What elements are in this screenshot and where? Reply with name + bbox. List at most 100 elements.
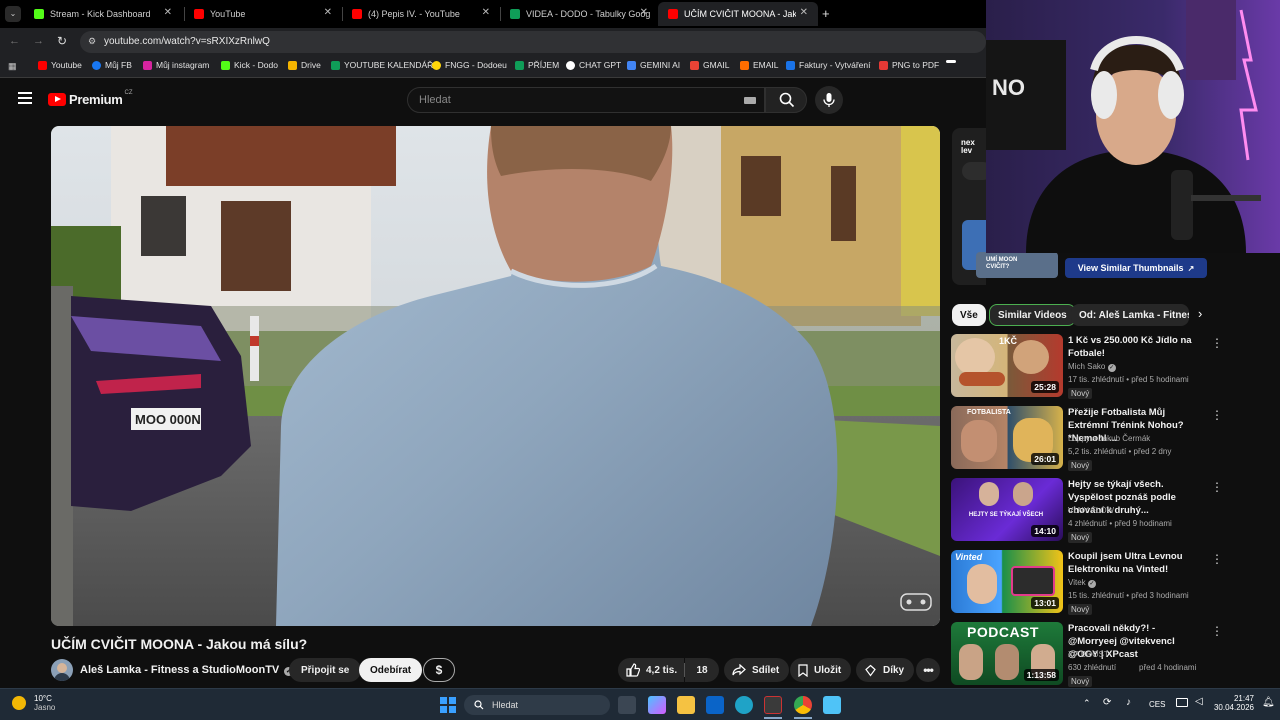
bookmark-item[interactable]: Můj instagram [143,60,209,70]
list-item[interactable]: Vinted 13:01 Koupil jsem Ultra Levnou El… [951,550,1223,616]
tab-kick-dashboard[interactable]: Stream - Kick Dashboard ✕ [24,2,182,26]
tab-sheets[interactable]: VIDEA - DODO - Tabulky Googl ✕ [500,2,658,26]
notification-bell-icon[interactable]: 🔔︎ [1262,697,1275,708]
chip-all[interactable]: Vše [952,304,986,326]
start-button[interactable] [440,697,456,713]
keyboard-icon[interactable] [744,97,756,104]
bookmark-item[interactable]: Youtube [38,60,82,70]
close-icon[interactable]: ✕ [324,7,332,18]
channel-name[interactable]: XP BOOST [1068,650,1109,659]
tab-pepis[interactable]: (4) Pepis IV. - YouTube ✕ [342,2,500,26]
task-view-icon[interactable] [618,696,636,714]
more-vertical-icon[interactable]: ⋮ [1211,552,1223,566]
share-button[interactable]: Sdílet [724,658,790,682]
language-indicator[interactable]: CES [1149,700,1165,709]
channel-name[interactable]: Mich Sako ✓ [1068,362,1116,372]
network-icon[interactable] [1176,698,1188,707]
clock[interactable]: 21:47 30.04.2026 [1212,694,1254,712]
view-similar-thumbnails-button[interactable]: View Similar Thumbnails ↗ [1065,258,1207,278]
weather-widget[interactable]: 10°C Jasno [12,694,55,712]
video-thumbnail[interactable]: FOTBALISTA 26:01 [951,406,1063,469]
more-vertical-icon[interactable]: ⋮ [1211,480,1223,494]
voice-search-button[interactable] [815,86,843,114]
volume-icon[interactable]: ◁ [1195,696,1203,707]
bookmark-item[interactable]: Můj FB [92,60,132,70]
more-vertical-icon[interactable]: ⋮ [1211,336,1223,350]
notepad-icon[interactable] [823,696,841,714]
menu-icon[interactable] [18,92,32,104]
mic-tray-icon[interactable]: ♪ [1126,697,1131,708]
apps-grid-icon[interactable]: ▦ [8,61,17,72]
taskbar-search[interactable]: Hledat [464,695,610,715]
search-input[interactable]: Hledat [407,87,765,113]
tab-current-video[interactable]: UČÍM CVIČIT MOONA - Jakou m ✕ [658,2,818,26]
youtube-logo[interactable]: Premium CZ [48,90,133,107]
dislike-button[interactable]: 18 [685,658,719,682]
close-icon[interactable]: ✕ [482,7,490,18]
bookmark-item[interactable]: PNG to PDF [879,60,939,70]
video-frame: MOO 000N [51,126,940,626]
video-title[interactable]: Koupil jsem Ultra Levnou Elektroniku na … [1068,550,1206,576]
outlook-icon[interactable] [706,696,724,714]
video-thumbnail[interactable]: PODCAST 1:13:58 [951,622,1063,685]
more-vertical-icon[interactable]: ⋮ [1211,408,1223,422]
video-title[interactable]: 1 Kč vs 250.000 Kč Jídlo na Fotbale! [1068,334,1206,360]
chips-next-icon[interactable]: › [1198,306,1202,321]
channel-avatar[interactable] [51,659,73,681]
channel-name[interactable]: Aleš Lamka - Fitness a StudioMoonTV ✓ [80,664,294,676]
list-item[interactable]: FOTBALISTA 26:01 Přežije Fotbalista Můj … [951,406,1223,472]
chrome-icon[interactable] [794,696,812,714]
tab-search-button[interactable]: ⌄ [5,6,21,22]
sync-icon[interactable]: ⟳ [1103,697,1111,708]
more-vertical-icon[interactable]: ⋮ [1211,624,1223,638]
reload-icon[interactable]: ↻ [57,34,67,48]
subscribe-button[interactable]: Odebírat [359,658,423,682]
like-button[interactable]: 4,2 tis. [618,658,684,682]
back-icon[interactable]: ← [9,35,20,47]
channel-name[interactable]: Loppy a Jakub Čermák [1068,434,1150,443]
bookmark-item[interactable]: Faktury - Vytváření [786,60,870,70]
video-thumbnail[interactable]: Vinted 13:01 [951,550,1063,613]
video-thumbnail[interactable]: HEJTY SE TÝKAJÍ VŠECH 14:10 [951,478,1063,541]
thanks-button[interactable]: Díky [856,658,915,682]
forward-icon[interactable]: → [33,35,44,47]
chip-from-channel[interactable]: Od: Aleš Lamka - Fitness [1071,304,1189,326]
microphone-icon [823,93,835,107]
channel-name[interactable]: Vitek ✓ [1068,578,1096,588]
copilot-icon[interactable] [648,696,666,714]
join-button[interactable]: Připojit se [289,658,362,682]
channel-name[interactable]: VLNY FLOW [1068,506,1114,515]
close-icon[interactable]: ✕ [640,7,648,18]
bookmark-item[interactable]: Drive [288,60,321,70]
list-item[interactable]: 1KČ 25:28 1 Kč vs 250.000 Kč Jídlo na Fo… [951,334,1223,400]
save-button[interactable]: Uložit [790,658,852,682]
close-icon[interactable]: ✕ [800,7,808,18]
search-button[interactable] [765,87,807,113]
file-explorer-icon[interactable] [677,696,695,714]
terminal-icon[interactable] [764,696,782,714]
extension-thumbnail[interactable]: UMÍ MOON CVIČIT? [976,252,1058,278]
edge-icon[interactable] [735,696,753,714]
bookmark-item[interactable] [946,60,960,63]
list-item[interactable]: PODCAST 1:13:58 Pracovali někdy?! - @Mor… [951,622,1223,688]
bookmark-item[interactable]: PŘÍJEM [515,60,559,70]
bookmark-item[interactable]: YOUTUBE KALENDÁŘ [331,60,433,70]
list-item[interactable]: HEJTY SE TÝKAJÍ VŠECH 14:10 Hejty se týk… [951,478,1223,544]
super-thanks-button[interactable]: $ [423,658,455,682]
tray-chevron-icon[interactable]: ⌃ [1083,698,1091,709]
address-bar[interactable]: ⚙ youtube.com/watch?v=sRXIXzRnlwQ [80,31,986,53]
bookmark-item[interactable]: GMAIL [690,60,729,70]
video-player[interactable]: MOO 000N [51,126,940,626]
bookmark-item[interactable]: EMAIL [740,60,779,70]
site-info-icon[interactable]: ⚙ [88,36,96,47]
close-icon[interactable]: ✕ [164,7,172,18]
new-tab-button[interactable]: + [822,6,830,21]
bookmark-item[interactable]: FNGG - Dodoeu [432,60,507,70]
video-thumbnail[interactable]: 1KČ 25:28 [951,334,1063,397]
chip-similar-videos[interactable]: Similar Videos [989,304,1076,326]
bookmark-item[interactable]: CHAT GPT [566,60,621,70]
tab-youtube[interactable]: YouTube ✕ [184,2,342,26]
bookmark-item[interactable]: GEMINI AI [627,60,680,70]
more-actions-button[interactable]: ••• [916,658,940,682]
bookmark-item[interactable]: Kick - Dodo [221,60,278,70]
